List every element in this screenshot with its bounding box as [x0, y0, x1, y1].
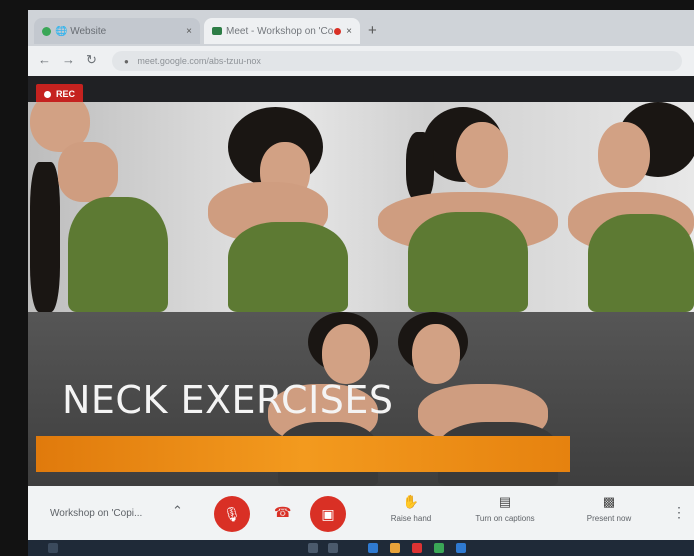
mic-off-icon: 🎙 — [223, 505, 241, 522]
more-options-icon[interactable]: ⋮ — [672, 504, 686, 521]
tab-website[interactable]: 🌐 Website × — [34, 18, 200, 44]
task-view-icon[interactable] — [328, 543, 338, 553]
browser-tab-bar: 🌐 Website × Meet - Workshop on 'Copi × + — [28, 10, 694, 46]
present-label: Present now — [586, 514, 632, 523]
captions-icon: ▤ — [498, 494, 512, 509]
url-text: meet.google.com/abs-tzuu-nox — [137, 56, 261, 66]
hang-up-button[interactable]: ☎ — [274, 504, 291, 521]
exercise-figure — [378, 102, 558, 312]
raise-hand-button[interactable]: ✋ Raise hand — [366, 494, 456, 523]
folder-icon[interactable] — [390, 543, 400, 553]
forward-icon[interactable]: → — [62, 52, 75, 67]
back-icon[interactable]: ← — [38, 52, 51, 67]
record-icon — [44, 90, 51, 98]
raise-hand-label: Raise hand — [390, 514, 432, 523]
chrome-icon[interactable] — [434, 543, 444, 553]
tab-meet[interactable]: Meet - Workshop on 'Copi × — [204, 18, 360, 44]
os-taskbar — [28, 540, 694, 556]
slide-accent-bar — [36, 436, 570, 472]
chevron-up-icon[interactable]: ⌃ — [172, 503, 183, 519]
slide-photo-top — [28, 102, 694, 312]
app-icon[interactable] — [368, 543, 378, 553]
lock-icon: ● — [124, 57, 129, 66]
globe-icon — [42, 26, 51, 36]
camera-off-icon: ▣ — [321, 505, 335, 522]
url-field[interactable]: ● meet.google.com/abs-tzuu-nox — [112, 51, 682, 71]
screen: 🌐 Website × Meet - Workshop on 'Copi × +… — [28, 10, 694, 556]
recording-indicator-icon — [334, 27, 342, 35]
start-icon[interactable] — [48, 543, 58, 553]
captions-button[interactable]: ▤ Turn on captions — [460, 494, 550, 523]
recording-badge: REC — [36, 84, 84, 104]
mic-off-button[interactable]: 🎙 — [214, 496, 250, 532]
meet-stage: REC NECK EXERCISES — [28, 76, 694, 486]
app-icon[interactable] — [412, 543, 422, 553]
exercise-figure — [198, 102, 358, 312]
exercise-figure — [568, 102, 694, 312]
close-icon[interactable]: × — [346, 26, 352, 37]
close-icon[interactable]: × — [186, 26, 192, 37]
meet-toolbar: Workshop on 'Copi... ⌃ 🎙 ☎ ▣ ✋ Raise han… — [28, 486, 694, 540]
meet-icon — [212, 27, 222, 35]
camera-off-button[interactable]: ▣ — [310, 496, 346, 532]
present-now-button[interactable]: ▩ Present now — [564, 494, 654, 523]
meeting-details-button[interactable]: Workshop on 'Copi... — [50, 508, 142, 519]
present-icon: ▩ — [602, 494, 616, 509]
presentation-slide: NECK EXERCISES — [28, 102, 694, 486]
reload-icon[interactable]: ↻ — [86, 52, 97, 68]
rec-label: REC — [56, 89, 76, 99]
address-bar-row: ← → ↻ ● meet.google.com/abs-tzuu-nox — [28, 46, 694, 76]
slide-title: NECK EXERCISES — [62, 378, 394, 422]
tab-label: Meet - Workshop on 'Copi — [226, 25, 335, 37]
tab-label: 🌐 Website — [55, 25, 107, 37]
new-tab-button[interactable]: + — [368, 22, 377, 39]
search-icon[interactable] — [308, 543, 318, 553]
app-icon[interactable] — [456, 543, 466, 553]
exercise-figure — [28, 102, 178, 312]
captions-label: Turn on captions — [475, 514, 535, 523]
hand-icon: ✋ — [402, 494, 420, 509]
